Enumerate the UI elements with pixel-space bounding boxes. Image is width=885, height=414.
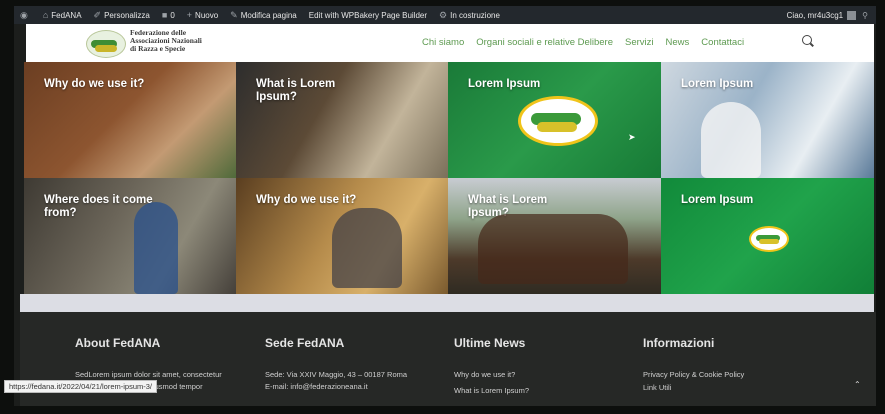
farmer-image xyxy=(134,202,178,294)
admin-new-label: Nuovo xyxy=(195,10,219,20)
lab-technician-image xyxy=(701,102,761,178)
nav-item-servizi[interactable]: Servizi xyxy=(625,37,654,48)
tile-green-emblem-2[interactable]: Lorem Ipsum xyxy=(661,178,874,294)
org-line-3: di Razza e Specie xyxy=(130,44,186,53)
tile-title: Lorem Ipsum xyxy=(681,194,754,206)
section-divider xyxy=(20,294,874,312)
horses-image xyxy=(478,214,628,284)
tile-title: Why do we use it? xyxy=(256,194,357,206)
organization-name[interactable]: Federazione delle Associazioni Nazionali… xyxy=(130,29,202,53)
mouse-cursor-icon: ➤ xyxy=(628,132,636,142)
admin-comments-link[interactable]: ■ 0 xyxy=(156,6,181,24)
site-header: Federazione delle Associazioni Nazionali… xyxy=(26,24,874,62)
gear-icon: ⚙ xyxy=(439,9,448,20)
nav-item-chi-siamo[interactable]: Chi siamo xyxy=(422,37,464,48)
plus-icon: + xyxy=(186,10,193,20)
comment-icon: ■ xyxy=(161,10,168,20)
avatar xyxy=(847,10,857,20)
footer-news-link-2[interactable]: What is Lorem Ipsum? xyxy=(454,386,529,395)
admin-wpbakery-link[interactable]: Edit with WPBakery Page Builder xyxy=(303,6,433,24)
admin-edit-page-label: Modifica pagina xyxy=(240,10,297,20)
status-bar-url: https://fedana.it/2022/04/21/lorem-ipsum… xyxy=(4,380,157,393)
tile-title: What is Lorem Ipsum? xyxy=(256,78,336,103)
footer-info-title: Informazioni xyxy=(643,336,715,350)
nav-item-organi-sociali[interactable]: Organi sociali e relative Delibere xyxy=(476,37,613,48)
footer-news-link-1[interactable]: Why do we use it? xyxy=(454,370,515,379)
search-icon[interactable]: ⚲ xyxy=(862,11,868,20)
wp-admin-bar: ◉ ⌂ FedANA ✐ Personalizza ■ 0 + Nuovo ✎ Modif… xyxy=(14,6,876,24)
admin-customize-label: Personalizza xyxy=(104,10,150,20)
tile-horses[interactable]: What is Lorem Ipsum? xyxy=(448,178,661,294)
admin-site-link[interactable]: ⌂ FedANA xyxy=(37,6,88,24)
tile-farmer-tablet[interactable]: Why do we use it? xyxy=(236,178,448,294)
admin-construction-label: In costruzione xyxy=(450,10,500,20)
browser-screen: ◉ ⌂ FedANA ✐ Personalizza ■ 0 + Nuovo ✎ Modif… xyxy=(14,6,876,406)
footer-privacy-link[interactable]: Privacy Policy & Cookie Policy xyxy=(643,370,744,379)
wordpress-icon: ◉ xyxy=(20,9,28,20)
admin-new-link[interactable]: + Nuovo xyxy=(181,6,224,24)
footer-email[interactable]: E-mail: info@federazioneana.it xyxy=(265,382,368,391)
logo-animal-yellow xyxy=(95,45,117,52)
fedana-emblem xyxy=(518,96,598,146)
footer-useful-links[interactable]: Link Utili xyxy=(643,383,671,392)
main-nav: Chi siamo Organi sociali e relative Deli… xyxy=(422,37,756,48)
tile-title: Lorem Ipsum xyxy=(681,78,754,90)
admin-wpbakery-label: Edit with WPBakery Page Builder xyxy=(308,10,428,20)
admin-construction-link[interactable]: ⚙ In costruzione xyxy=(433,6,506,24)
tile-green-emblem[interactable]: Lorem Ipsum ➤ xyxy=(448,62,661,178)
nav-item-news[interactable]: News xyxy=(666,37,690,48)
footer-sede-title: Sede FedANA xyxy=(265,336,345,350)
admin-account[interactable]: Ciao, mr4u3cg1 ⚲ xyxy=(787,6,868,24)
tile-title: Why do we use it? xyxy=(44,78,145,90)
comments-count: 0 xyxy=(170,10,175,20)
admin-customize-link[interactable]: ✐ Personalizza xyxy=(88,6,156,24)
admin-greeting: Ciao, mr4u3cg1 xyxy=(786,10,844,20)
farmer-tablet-image xyxy=(332,208,402,288)
scroll-top-icon[interactable]: ⌃ xyxy=(854,380,861,389)
site-logo[interactable] xyxy=(86,30,126,58)
admin-site-label: FedANA xyxy=(51,10,82,20)
nav-item-contattaci[interactable]: Contattaci xyxy=(701,37,744,48)
search-icon[interactable] xyxy=(802,35,812,45)
footer-about-title: About FedANA xyxy=(75,336,161,350)
pencil-icon: ✎ xyxy=(230,9,238,20)
tile-horse[interactable]: What is Lorem Ipsum? xyxy=(236,62,448,178)
fedana-emblem-small xyxy=(749,226,789,252)
tile-laboratory[interactable]: Lorem Ipsum xyxy=(661,62,874,178)
tile-title: Lorem Ipsum xyxy=(468,78,541,90)
wordpress-logo[interactable]: ◉ xyxy=(14,6,37,24)
post-grid: Why do we use it? What is Lorem Ipsum? L… xyxy=(24,62,874,294)
brush-icon: ✐ xyxy=(93,9,102,20)
footer-news-title: Ultime News xyxy=(454,336,526,350)
tile-cow[interactable]: Why do we use it? xyxy=(24,62,236,178)
admin-edit-page-link[interactable]: ✎ Modifica pagina xyxy=(224,6,303,24)
footer-address: Sede: Via XXIV Maggio, 43 – 00187 Roma xyxy=(265,370,408,379)
footer-about-text-1: SedLorem ipsum dolor sit amet, consectet… xyxy=(75,370,222,379)
tile-barn[interactable]: Where does it come from? xyxy=(24,178,236,294)
home-icon: ⌂ xyxy=(42,10,49,20)
